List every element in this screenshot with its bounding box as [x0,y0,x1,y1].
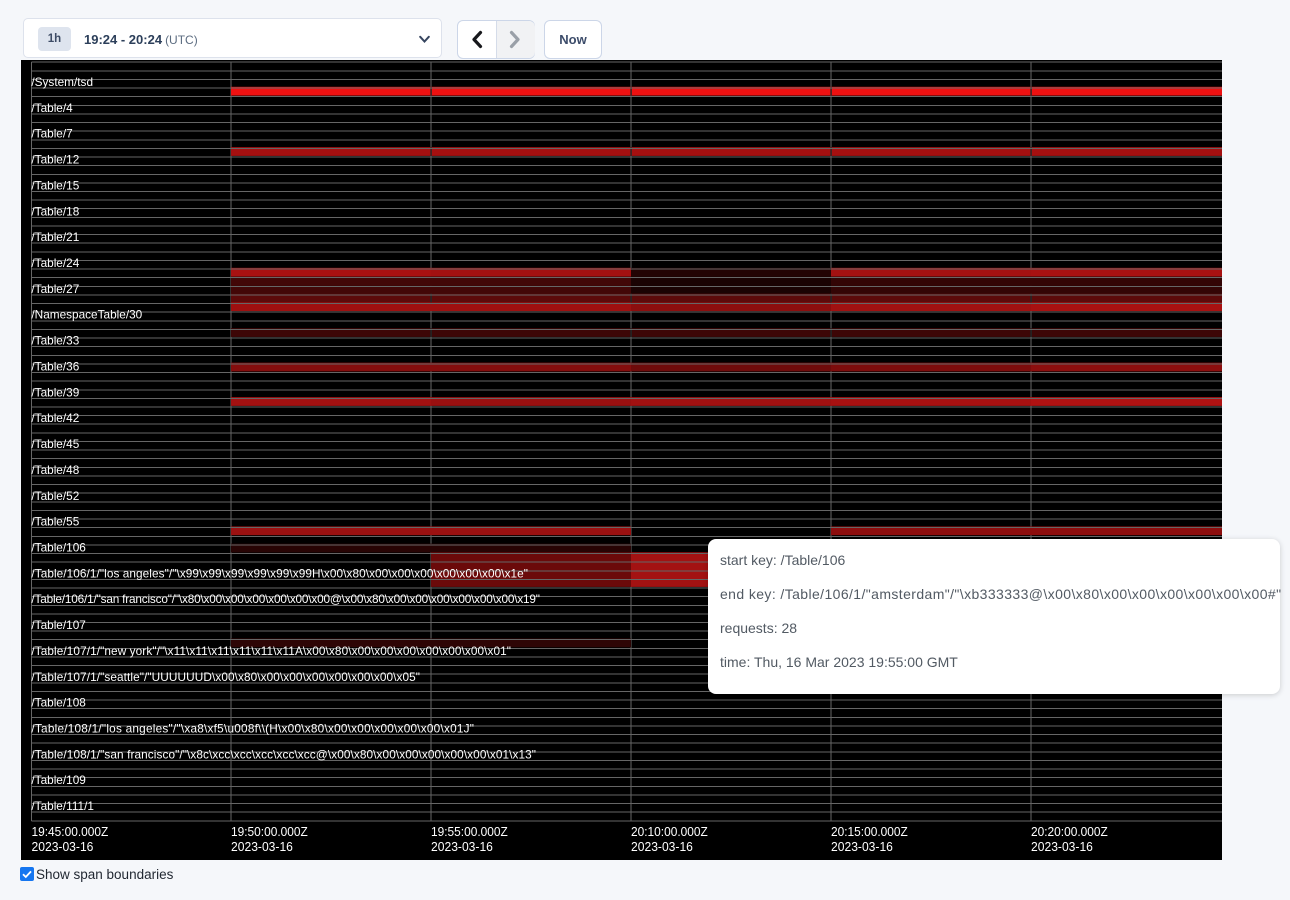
svg-text:/Table/108: /Table/108 [31,696,86,710]
svg-text:19:55:00.000Z: 19:55:00.000Z [431,824,508,839]
svg-text:/Table/36: /Table/36 [31,359,79,373]
svg-text:/Table/4: /Table/4 [31,101,73,115]
svg-text:2023-03-16: 2023-03-16 [231,839,293,854]
svg-text:/Table/109: /Table/109 [31,773,85,787]
svg-text:19:45:00.000Z: 19:45:00.000Z [32,824,109,839]
svg-text:/Table/39: /Table/39 [31,385,79,399]
svg-text:20:20:00.000Z: 20:20:00.000Z [1031,824,1108,839]
svg-text:/Table/12: /Table/12 [31,153,79,167]
svg-text:20:10:00.000Z: 20:10:00.000Z [631,824,708,839]
svg-text:/Table/106: /Table/106 [31,540,86,554]
svg-text:/Table/42: /Table/42 [31,411,79,425]
svg-text:/Table/52: /Table/52 [31,489,79,503]
svg-text:/Table/108/1/"los angeles"/"\x: /Table/108/1/"los angeles"/"\xa8\xf5\u00… [31,722,474,736]
svg-text:2023-03-16: 2023-03-16 [1031,839,1093,854]
svg-text:/Table/107: /Table/107 [31,618,85,632]
svg-text:20:15:00.000Z: 20:15:00.000Z [831,824,908,839]
svg-text:2023-03-16: 2023-03-16 [631,839,693,854]
svg-text:/Table/106/1/"los angeles"/"\x: /Table/106/1/"los angeles"/"\x99\x99\x99… [31,566,528,580]
svg-text:/Table/24: /Table/24 [31,256,79,270]
svg-text:/Table/107/1/"seattle"/"UUUUUU: /Table/107/1/"seattle"/"UUUUUUD\x00\x80\… [31,670,420,684]
svg-text:2023-03-16: 2023-03-16 [831,839,893,854]
svg-text:/Table/15: /Table/15 [31,178,79,192]
svg-text:/Table/48: /Table/48 [31,463,79,477]
svg-text:/Table/106/1/"san francisco"/": /Table/106/1/"san francisco"/"\x80\x00\x… [31,592,540,606]
svg-text:/Table/27: /Table/27 [31,282,79,296]
svg-text:2023-03-16: 2023-03-16 [431,839,493,854]
svg-text:/NamespaceTable/30: /NamespaceTable/30 [31,308,142,322]
svg-text:19:50:00.000Z: 19:50:00.000Z [231,824,308,839]
svg-text:/Table/107/1/"new york"/"\x11\: /Table/107/1/"new york"/"\x11\x11\x11\x1… [31,644,511,658]
svg-text:/Table/7: /Table/7 [31,127,72,141]
svg-text:/Table/21: /Table/21 [31,230,79,244]
svg-text:/Table/45: /Table/45 [31,437,79,451]
svg-text:2023-03-16: 2023-03-16 [32,839,94,854]
svg-text:/Table/111/1: /Table/111/1 [31,799,94,813]
svg-text:/Table/33: /Table/33 [31,334,79,348]
svg-text:/System/tsd: /System/tsd [31,75,93,89]
svg-text:/Table/18: /Table/18 [31,204,79,218]
svg-text:/Table/55: /Table/55 [31,515,79,529]
svg-text:/Table/108/1/"san francisco"/": /Table/108/1/"san francisco"/"\x8c\xcc\x… [31,747,536,761]
